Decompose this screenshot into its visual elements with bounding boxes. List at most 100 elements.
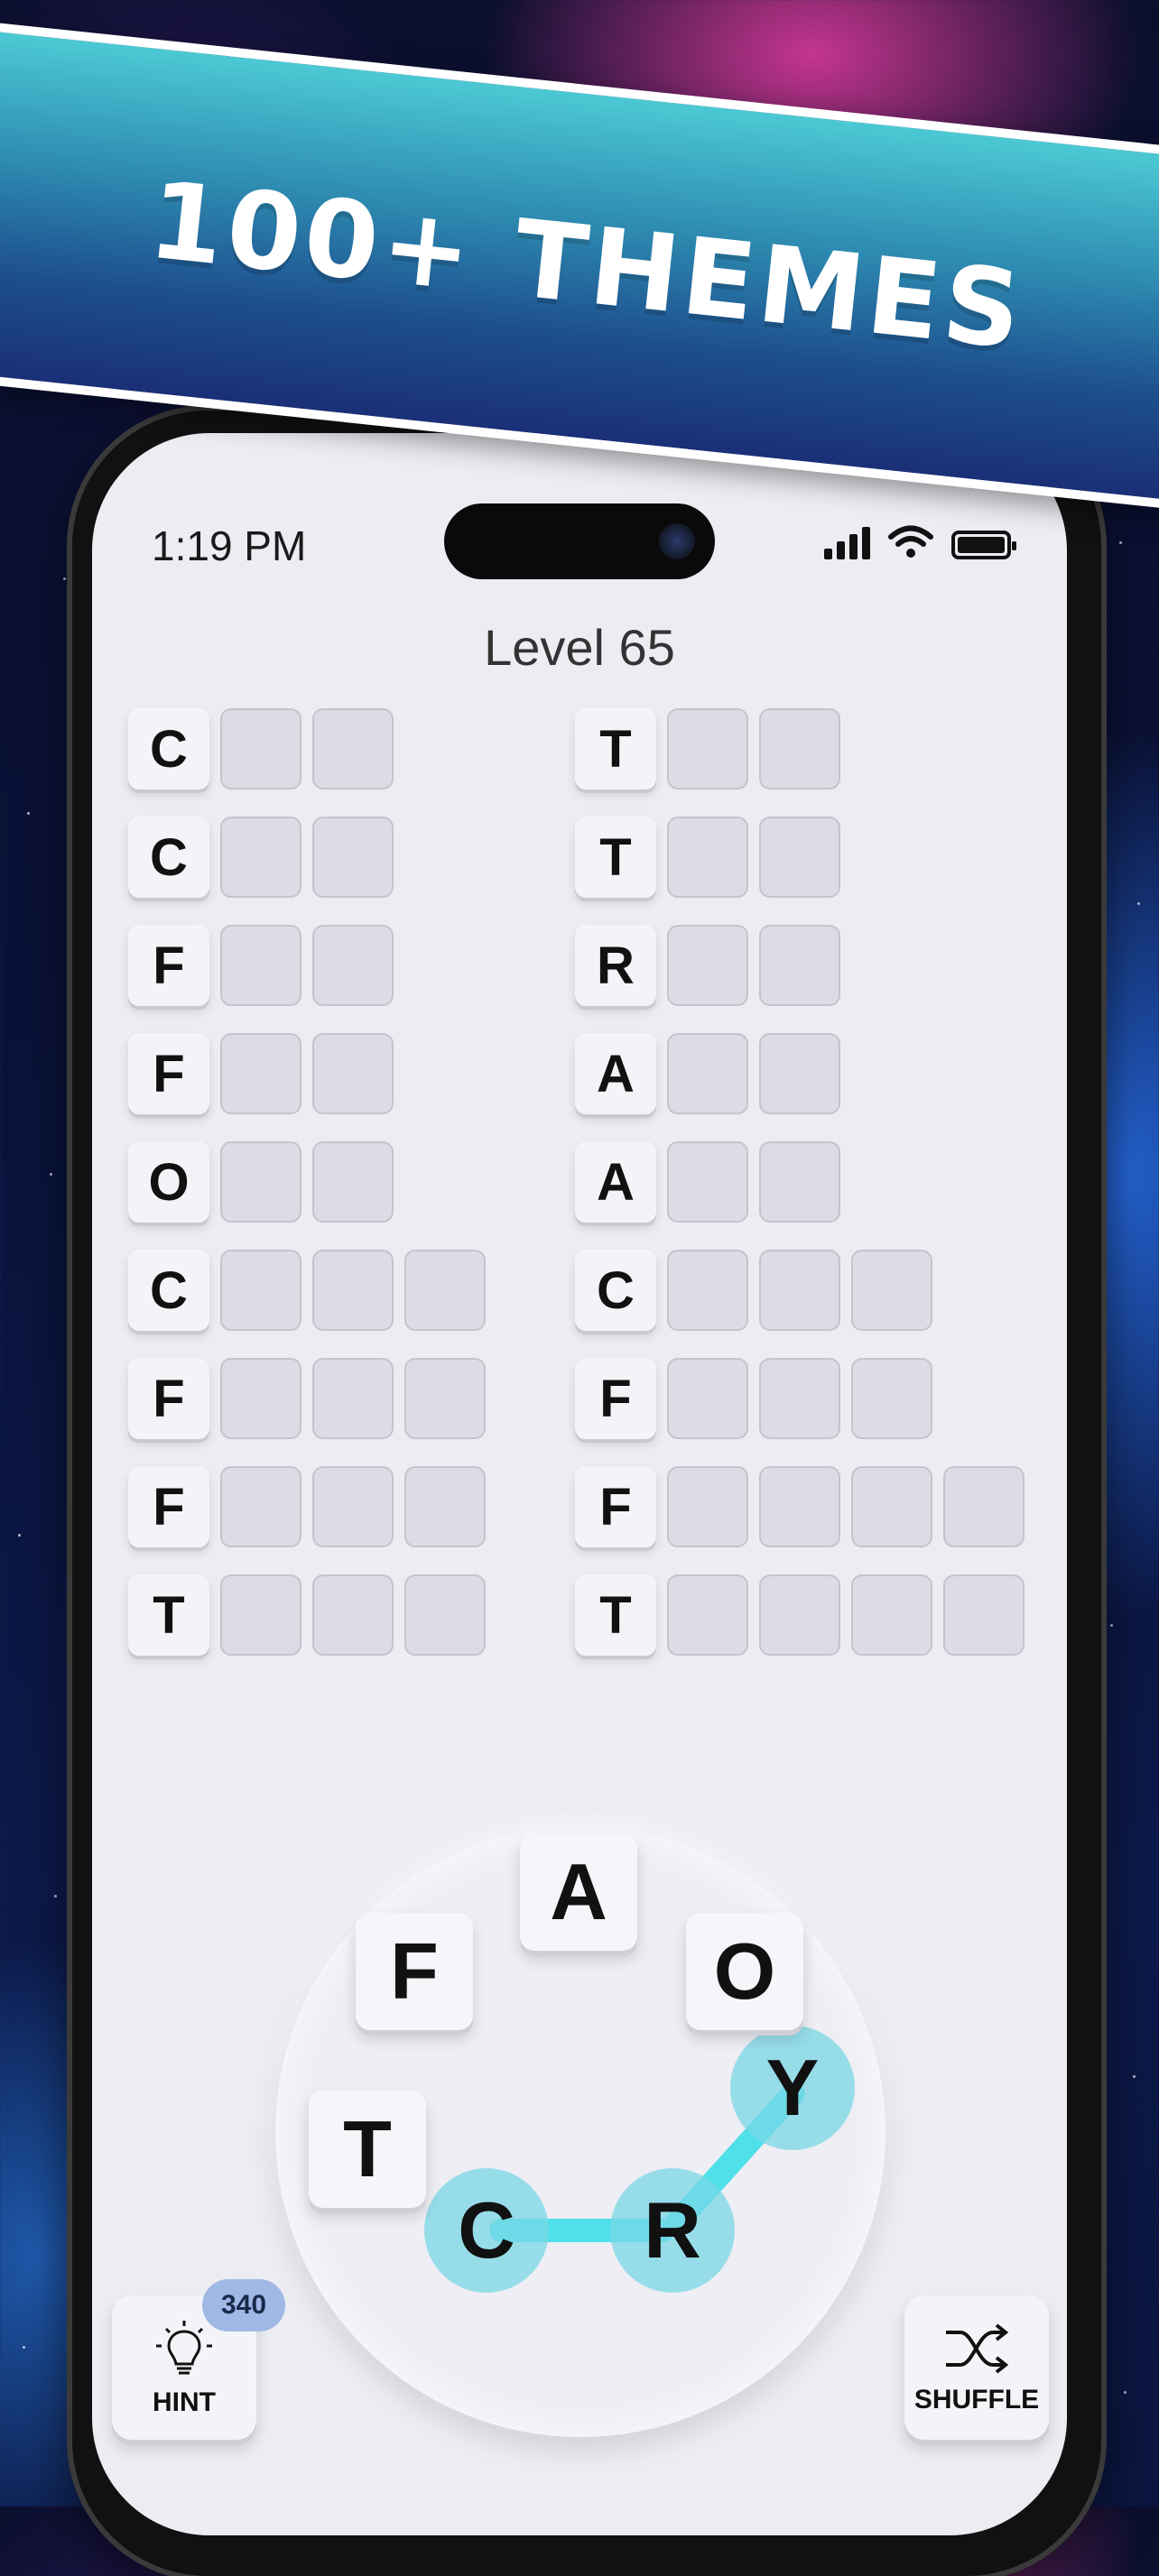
revealed-letter-tile: T	[575, 1574, 656, 1656]
revealed-letter-tile: R	[575, 925, 656, 1006]
wheel-letter-o[interactable]: O	[686, 1913, 803, 2030]
word-row: F	[575, 1466, 1025, 1549]
empty-letter-tile	[220, 1250, 301, 1331]
empty-letter-tile	[667, 925, 748, 1006]
empty-letter-tile	[404, 1358, 486, 1439]
word-row: C	[128, 1250, 486, 1333]
level-title: Level 65	[484, 619, 675, 676]
word-row: T	[575, 1574, 1025, 1657]
empty-letter-tile	[851, 1250, 932, 1331]
word-row: C	[575, 1250, 1025, 1333]
wheel-letter-r[interactable]: R	[614, 2172, 731, 2289]
empty-letter-tile	[220, 1466, 301, 1547]
empty-letter-tile	[220, 1033, 301, 1114]
revealed-letter-tile: F	[128, 1466, 209, 1547]
word-row: T	[575, 708, 1025, 791]
wheel-letter-y[interactable]: Y	[734, 2029, 851, 2147]
revealed-letter-tile: F	[575, 1358, 656, 1439]
empty-letter-tile	[667, 1358, 748, 1439]
wheel-letter-t[interactable]: T	[309, 2091, 426, 2208]
word-row: A	[575, 1141, 1025, 1224]
camera-icon	[659, 523, 695, 559]
empty-letter-tile	[759, 925, 840, 1006]
empty-letter-tile	[404, 1466, 486, 1547]
revealed-letter-tile: A	[575, 1033, 656, 1114]
hint-count-badge: 340	[202, 2279, 285, 2331]
word-row: O	[128, 1141, 486, 1224]
empty-letter-tile	[312, 1466, 394, 1547]
status-time: 1:19 PM	[152, 522, 307, 569]
empty-letter-tile	[759, 817, 840, 898]
empty-letter-tile	[943, 1466, 1025, 1547]
empty-letter-tile	[312, 817, 394, 898]
word-row: C	[128, 817, 486, 900]
empty-letter-tile	[667, 708, 748, 789]
word-row: T	[575, 817, 1025, 900]
empty-letter-tile	[312, 1250, 394, 1331]
empty-letter-tile	[312, 1141, 394, 1223]
empty-letter-tile	[312, 925, 394, 1006]
revealed-letter-tile: T	[575, 708, 656, 789]
revealed-letter-tile: C	[128, 817, 209, 898]
word-row: A	[575, 1033, 1025, 1116]
wifi-icon	[888, 525, 933, 558]
empty-letter-tile	[404, 1250, 486, 1331]
word-grid-right: TTRAACFFT	[575, 708, 1025, 1683]
empty-letter-tile	[312, 1574, 394, 1656]
shuffle-button[interactable]: SHUFFLE	[904, 2295, 1049, 2440]
empty-letter-tile	[851, 1574, 932, 1656]
revealed-letter-tile: F	[128, 925, 209, 1006]
lightbulb-icon	[156, 2321, 212, 2375]
wheel-letter-f[interactable]: F	[356, 1913, 473, 2030]
empty-letter-tile	[759, 1358, 840, 1439]
revealed-letter-tile: C	[128, 708, 209, 789]
empty-letter-tile	[759, 1141, 840, 1223]
empty-letter-tile	[667, 1250, 748, 1331]
word-row: F	[128, 1466, 486, 1549]
empty-letter-tile	[404, 1574, 486, 1656]
empty-letter-tile	[667, 817, 748, 898]
hint-label: HINT	[153, 2387, 216, 2417]
wheel-letter-a[interactable]: A	[520, 1833, 637, 1951]
revealed-letter-tile: O	[128, 1141, 209, 1223]
empty-letter-tile	[851, 1358, 932, 1439]
empty-letter-tile	[851, 1466, 932, 1547]
empty-letter-tile	[759, 1033, 840, 1114]
revealed-letter-tile: A	[575, 1141, 656, 1223]
revealed-letter-tile: C	[575, 1250, 656, 1331]
signal-icon	[824, 523, 870, 559]
word-row: F	[128, 925, 486, 1008]
word-row: F	[128, 1358, 486, 1441]
empty-letter-tile	[312, 1033, 394, 1114]
wheel-letter-c[interactable]: C	[428, 2172, 545, 2289]
empty-letter-tile	[312, 1358, 394, 1439]
dynamic-island	[444, 503, 715, 579]
revealed-letter-tile: C	[128, 1250, 209, 1331]
empty-letter-tile	[312, 708, 394, 789]
empty-letter-tile	[759, 708, 840, 789]
word-row: C	[128, 708, 486, 791]
revealed-letter-tile: T	[128, 1574, 209, 1656]
empty-letter-tile	[759, 1250, 840, 1331]
word-grid-left: CCFFOCFFT	[128, 708, 486, 1683]
empty-letter-tile	[220, 1574, 301, 1656]
shuffle-icon	[946, 2323, 1009, 2374]
empty-letter-tile	[667, 1033, 748, 1114]
revealed-letter-tile: F	[575, 1466, 656, 1547]
empty-letter-tile	[220, 1141, 301, 1223]
empty-letter-tile	[220, 708, 301, 789]
word-row: T	[128, 1574, 486, 1657]
empty-letter-tile	[667, 1466, 748, 1547]
game-screen: 1:19 PM Level 65 CCFFOCFFT TTRAACFFT A F…	[92, 433, 1067, 2535]
empty-letter-tile	[220, 925, 301, 1006]
battery-icon	[951, 531, 1016, 559]
banner-title: 100+ THEMES	[143, 157, 1031, 374]
empty-letter-tile	[220, 817, 301, 898]
revealed-letter-tile: F	[128, 1033, 209, 1114]
revealed-letter-tile: F	[128, 1358, 209, 1439]
empty-letter-tile	[943, 1574, 1025, 1656]
empty-letter-tile	[220, 1358, 301, 1439]
empty-letter-tile	[667, 1574, 748, 1656]
word-row: F	[575, 1358, 1025, 1441]
shuffle-label: SHUFFLE	[913, 2385, 1040, 2414]
